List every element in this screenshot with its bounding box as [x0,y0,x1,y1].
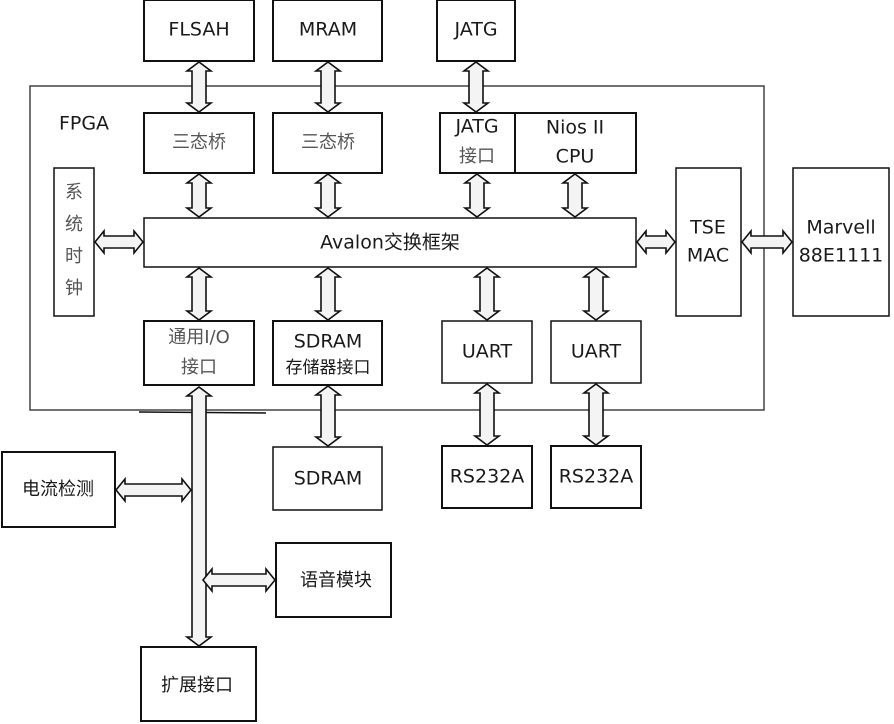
arrow-avalon-tse [635,228,677,256]
block-tse-mac-line1: TSE [689,217,726,239]
block-rs232-2: RS232A [550,445,642,509]
block-marvell-phy: Marvell 88E1111 [792,167,890,317]
block-tse-mac: TSE MAC [675,167,742,317]
block-expansion-interface: 扩展接口 [140,646,257,722]
block-sdram-label: SDRAM [294,468,363,490]
block-system-clock: 系 统 时 钟 [53,167,95,317]
block-tristate-bridge-1: 三态桥 [143,112,255,174]
block-gpio-line2: 接口 [181,357,217,378]
block-gpio-interface: 通用I/O 接口 [143,320,255,386]
system-block-diagram: FPGA FLSAH MRAM JATG 三态桥 三态桥 JATG 接口 Nio… [1,0,890,722]
block-jtag-interface: JATG 接口 [439,112,516,174]
arrow-avalon-uart2 [581,267,611,321]
block-tristate-bridge-1-label: 三态桥 [172,132,226,153]
arrow-mram-bridge [313,61,343,113]
block-sdram-interface-line2: 存储器接口 [286,358,371,378]
block-rs232-2-label: RS232A [559,466,634,488]
arrow-cpu-avalon [560,173,590,218]
block-avalon-label: Avalon交换框架 [320,232,460,254]
arrow-avalon-sdram-if [313,267,343,321]
fpga-label: FPGA [59,113,109,135]
arrow-jtag-avalon [462,173,492,218]
block-sdram-interface: SDRAM 存储器接口 [272,320,383,386]
block-tristate-bridge-2: 三态桥 [272,112,383,174]
block-marvell-line2: 88E1111 [799,245,884,267]
block-current-detect-label: 电流检测 [22,479,94,500]
arrow-current-detect-bus [114,476,193,504]
block-flash: FLSAH [143,0,255,62]
block-gpio-line1: 通用I/O [168,327,230,348]
arrow-clock-avalon [93,228,145,256]
block-expansion-interface-label: 扩展接口 [161,675,233,696]
arrow-gpio-expansion [184,386,214,647]
arrow-bridge1-avalon [184,173,214,218]
block-rs232-1-label: RS232A [450,466,525,488]
arrow-uart1-rs232 [472,383,502,446]
block-nios-cpu: Nios II CPU [514,112,637,174]
block-avalon-switch-fabric: Avalon交换框架 [143,217,637,268]
block-marvell-line1: Marvell [806,217,875,239]
block-jtag: JATG [436,0,516,62]
block-jtag-label: JATG [453,19,497,41]
block-uart-2: UART [550,320,642,384]
block-jtag-interface-line1: JATG [454,116,498,138]
block-system-clock-char1: 系 [65,182,83,203]
block-mram: MRAM [272,0,383,62]
block-jtag-interface-line2: 接口 [459,146,495,167]
block-sdram-interface-line1: SDRAM [294,331,363,353]
arrow-voice-bus [201,566,277,594]
block-tse-mac-line2: MAC [687,245,729,267]
block-system-clock-char2: 统 [65,214,83,235]
block-rs232-1: RS232A [441,445,533,509]
arrow-jtag-interface [461,61,491,113]
block-uart-1: UART [441,320,533,384]
block-current-detect: 电流检测 [1,451,116,528]
block-system-clock-char3: 时 [65,246,83,267]
arrow-flash-bridge [184,61,214,113]
arrow-tse-marvell [740,228,794,256]
arrow-uart2-rs232 [581,383,611,446]
arrow-avalon-gpio [184,267,214,321]
arrow-bridge2-avalon [313,173,343,218]
block-voice-module-label: 语音模块 [300,570,372,591]
block-nios-cpu-line1: Nios II [546,117,604,139]
block-sdram: SDRAM [272,446,383,511]
arrow-avalon-uart1 [472,267,502,321]
block-voice-module: 语音模块 [275,542,392,618]
block-flash-label: FLSAH [168,19,229,41]
block-mram-label: MRAM [299,19,357,41]
arrow-sdram-if-sdram [313,385,343,447]
block-nios-cpu-line2: CPU [556,146,595,168]
block-system-clock-char4: 钟 [65,278,83,299]
block-tristate-bridge-2-label: 三态桥 [301,132,355,153]
block-uart-1-label: UART [462,341,513,363]
block-uart-2-label: UART [571,341,622,363]
